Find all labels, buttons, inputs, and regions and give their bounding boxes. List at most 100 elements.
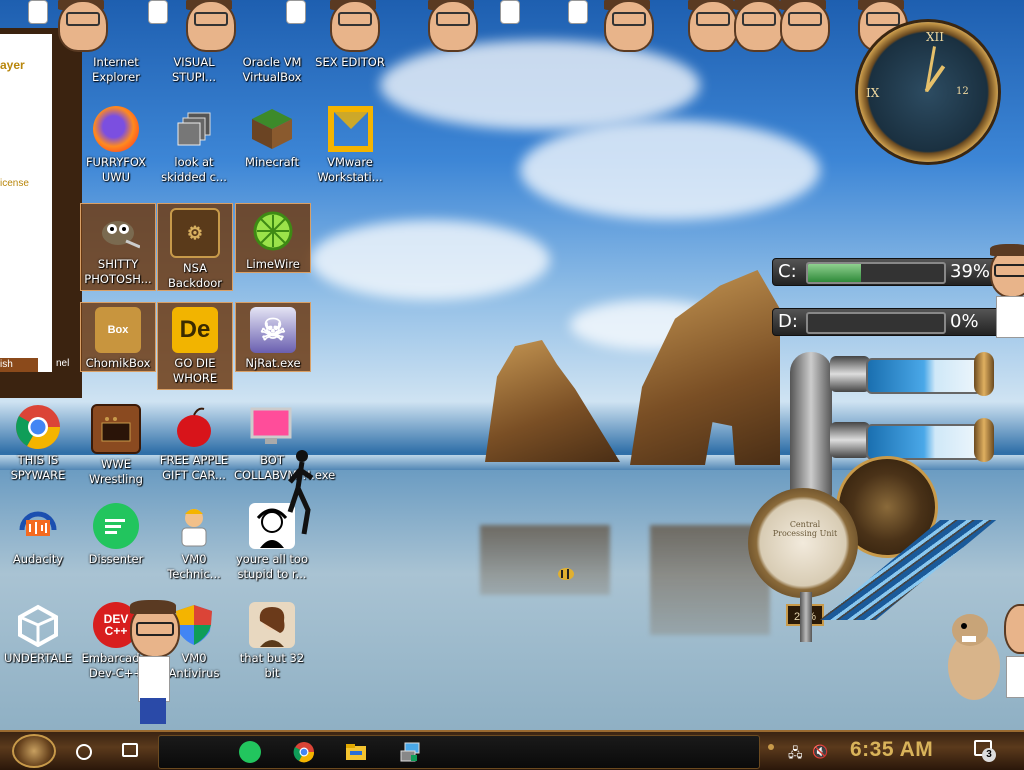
cartoon-figure (988, 244, 1024, 354)
unity-icon (15, 602, 61, 648)
technician-icon (171, 503, 217, 549)
glove-decoration (286, 0, 306, 24)
window-text-fragment: icense (0, 178, 29, 189)
desktop-icon-label: ChomikBox (85, 356, 151, 370)
desktop-icon-label: NjRat.exe (245, 356, 301, 370)
desktop-icon-wwe[interactable]: WWE Wrestling (78, 404, 154, 487)
desktop-icon-apple-gift[interactable]: FREE APPLE GIFT CAR... (156, 404, 232, 483)
desktop-icon-label: GO DIE WHORE (172, 356, 218, 385)
dissenter-icon (93, 503, 139, 549)
disk-percent: 0% (950, 311, 979, 332)
volume-muted-icon[interactable]: 🔇 (812, 744, 828, 760)
cloud (310, 220, 550, 300)
meter-fill (808, 264, 862, 282)
disk-percent: 39% (950, 261, 991, 282)
desktop-icon-njrat[interactable]: ☠ NjRat.exe (235, 302, 311, 372)
desktop-icon-label: that but 32 bit (239, 651, 305, 680)
pipe-vertical (790, 390, 832, 500)
internet-explorer-icon (100, 2, 130, 32)
bee-icon (554, 562, 578, 586)
hamster-figure (944, 604, 1004, 704)
gauge-dial-text: Central Processing Unit (772, 520, 838, 538)
desktop-icon-chrome[interactable]: THIS IS SPYWARE (0, 404, 76, 483)
meter-tube (806, 312, 946, 334)
task-view-icon[interactable] (122, 743, 138, 757)
desktop-icon-label: WWE Wrestling (89, 457, 143, 486)
taskbar-dissenter-icon[interactable] (239, 741, 261, 763)
desktop-icon-dissenter[interactable]: Dissenter (78, 503, 154, 567)
window-title-fragment: ayer (0, 58, 25, 72)
cartoon-head-icon (772, 0, 832, 56)
desktop-icon-chomikbox[interactable]: Box ChomikBox (80, 302, 156, 372)
cpu-gauge (748, 488, 858, 598)
desktop-icon-nsa-backdoor[interactable]: ⚙ NSA Backdoor (157, 203, 233, 291)
desktop-icon-label: look at skidded c... (161, 155, 227, 184)
desktop-icon-virtualbox[interactable]: Oracle VM VirtualBox (234, 52, 310, 85)
taskbar-file-explorer-icon[interactable] (345, 741, 367, 763)
desktop-icon-firefox[interactable]: FURRYFOX UWU (78, 106, 154, 185)
sea-stack-rock (485, 340, 620, 462)
desktop-icon-visual-studio[interactable]: VISUAL STUPI... (156, 52, 232, 85)
search-icon[interactable] (76, 744, 92, 760)
clock-numeral-left: IX (866, 86, 880, 100)
de-icon: De (172, 307, 218, 353)
desktop-icon-label: VM0 Technic... (167, 552, 221, 581)
pipe-joint (830, 422, 870, 458)
desktop-icon-internet-explorer[interactable]: Internet Explorer (78, 52, 154, 85)
desktop-icon-vmware[interactable]: VMware Workstati... (312, 106, 388, 185)
desktop-icon-label: Internet Explorer (92, 55, 140, 84)
cartoon-figure (1004, 600, 1024, 710)
cartoon-figure (128, 600, 180, 724)
taskbar: 🖧 🔇 6:35 AM 3 (0, 730, 1024, 770)
desktop-icon-label: Oracle VM VirtualBox (242, 55, 302, 84)
firefox-icon (93, 106, 139, 152)
disk-meter-c[interactable]: C: 39% (742, 254, 1024, 288)
taskbar-network-icon[interactable] (399, 741, 421, 763)
desktop-icon-audacity[interactable]: Audacity (0, 503, 76, 567)
desktop-icon-label: UNDERTALE (4, 651, 72, 665)
skull-icon: ☠ (250, 307, 296, 353)
disk-meter-d[interactable]: D: 0% (742, 304, 1024, 338)
cartoon-head-icon (178, 0, 238, 56)
window-button-fragment[interactable]: ish (0, 358, 38, 372)
desktop-icon-label: LimeWire (246, 257, 300, 271)
desktop-icon-label: VMware Workstati... (317, 155, 383, 184)
gimp-icon (95, 208, 141, 254)
meter-tube (806, 262, 946, 284)
desktop[interactable]: ayer icense ish nel Internet Explorer VI… (0, 0, 1024, 730)
desktop-icon-32bit[interactable]: that but 32 bit (234, 602, 310, 681)
desktop-icon-skidded[interactable]: look at skidded c... (156, 106, 232, 185)
desktop-icon-go-die[interactable]: De GO DIE WHORE (157, 302, 233, 390)
desktop-icon-gimp[interactable]: SHITTY PHOTOSH... (80, 203, 156, 291)
glove-decoration (28, 0, 48, 24)
chrome-icon (15, 404, 61, 450)
start-button[interactable] (12, 734, 56, 768)
cloud (520, 120, 820, 220)
glove-decoration (568, 0, 588, 24)
taskbar-chrome-icon[interactable] (293, 741, 315, 763)
minecraft-icon (249, 106, 295, 152)
desktop-icon-label: THIS IS SPYWARE (10, 453, 66, 482)
steampunk-clock-widget[interactable]: XII IX 12 (852, 14, 1010, 164)
drive-letter: D: (778, 311, 798, 332)
apple-icon (171, 404, 217, 450)
desktop-icon-label: FURRYFOX UWU (85, 155, 147, 184)
cartoon-head-icon (596, 0, 656, 56)
desktop-icon-label: SEX EDITOR (315, 55, 385, 69)
desktop-icon-limewire[interactable]: LimeWire (235, 203, 311, 273)
window-label-fragment: nel (56, 358, 70, 369)
glove-decoration (148, 0, 168, 24)
partial-window[interactable]: ayer icense ish nel (0, 28, 82, 398)
clock-numeral-center: 12 (956, 86, 969, 97)
desktop-icon-vm0-technician[interactable]: VM0 Technic... (156, 503, 232, 582)
desktop-icon-hex-editor[interactable]: SEX EDITOR (312, 52, 388, 70)
desktop-icon-label: Audacity (12, 552, 64, 566)
glass-tube (866, 424, 982, 460)
network-icon[interactable]: 🖧 (788, 744, 803, 766)
desktop-icon-minecraft[interactable]: Minecraft (234, 106, 310, 170)
desktop-icon-undertale[interactable]: UNDERTALE (0, 602, 76, 666)
tube-cap (974, 418, 994, 462)
taskbar-clock[interactable]: 6:35 AM (850, 738, 933, 762)
show-hidden-icons-icon[interactable] (768, 744, 774, 750)
tube-cap (974, 352, 994, 396)
